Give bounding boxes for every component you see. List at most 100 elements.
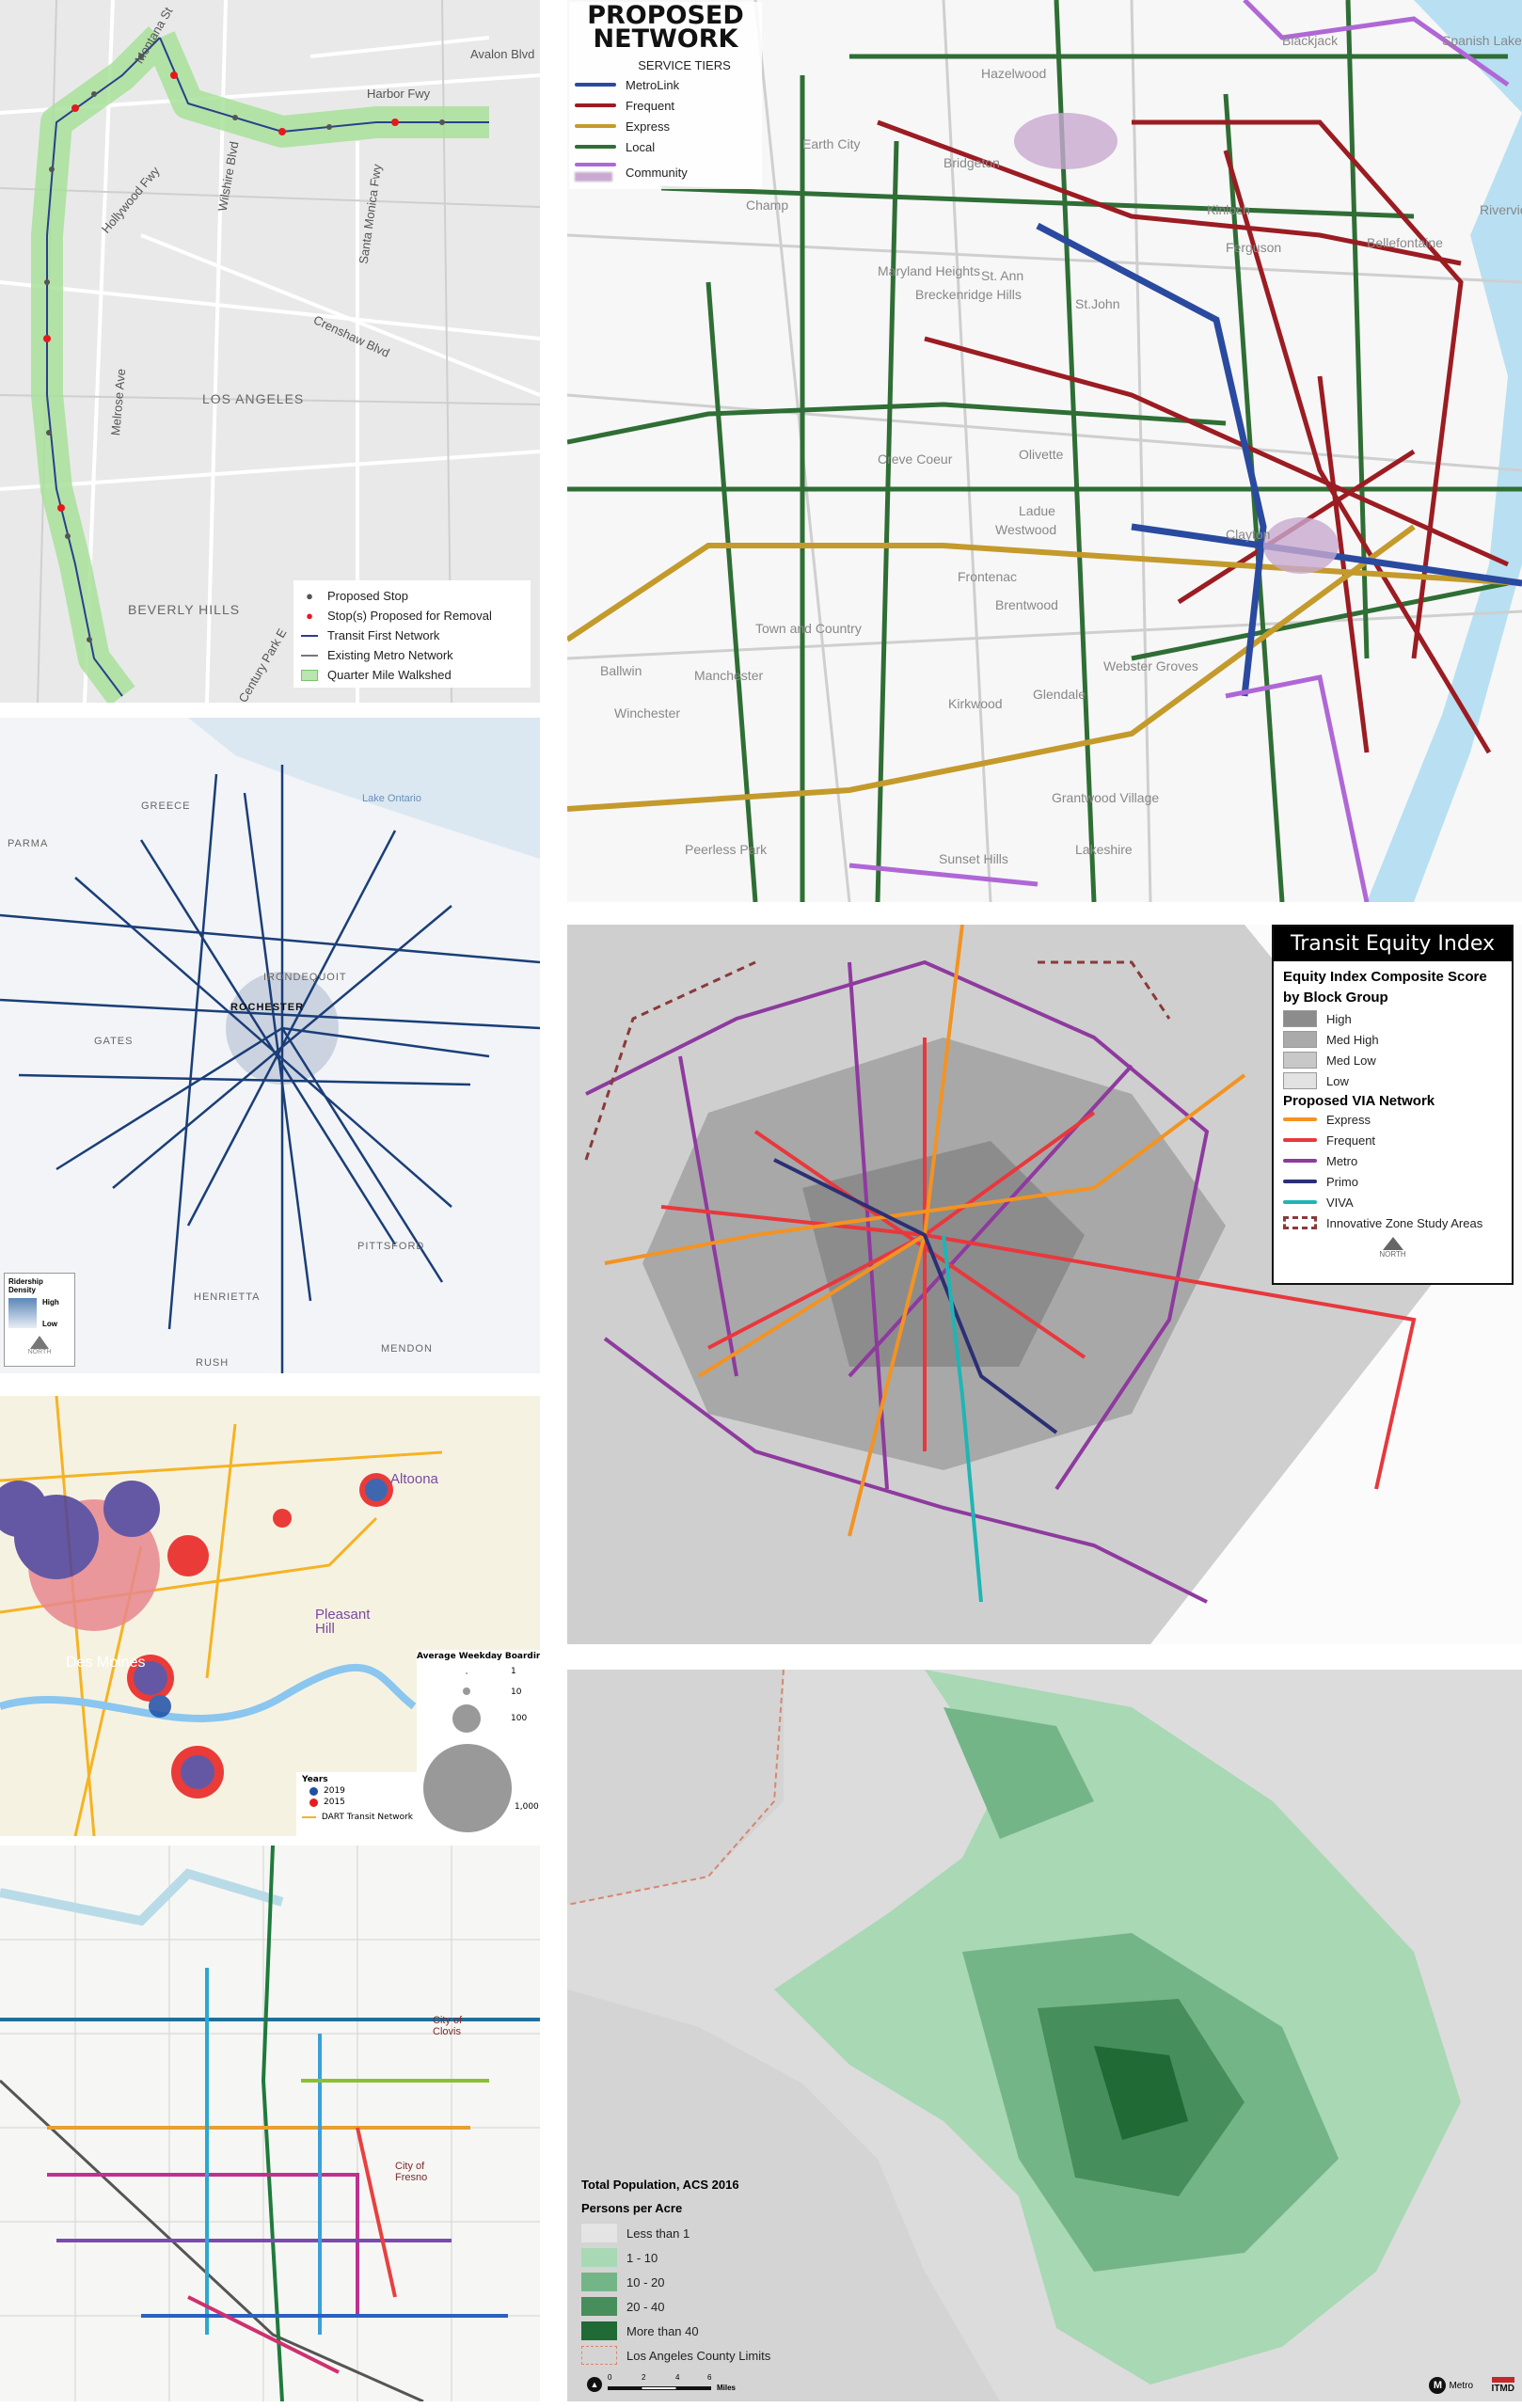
place-label: LOS ANGELES [202,391,305,406]
place-label: Harbor Fwy [367,87,431,101]
place-label: City of Fresno [395,2161,428,2183]
north-arrow-icon [30,1336,49,1349]
place-label: Westwood [995,522,1057,537]
place-label: Creve Coeur [878,452,953,467]
boardings-legend: Average Weekday Boardings 1 10 100 1,000 [417,1650,540,1836]
place-label: Brentwood [995,597,1058,612]
place-label: GREECE [141,800,191,812]
scale-bar: ▲ 0 2 4 6 Miles [587,2373,807,2392]
place-label: Manchester [694,668,764,683]
place-label: Glendale [1033,687,1086,702]
sanantonio-equity-map[interactable]: Transit Equity Index Equity Index Compos… [567,925,1522,1644]
legend-density-class: 1 - 10 [581,2245,807,2270]
legend-county-limits: Los Angeles County Limits [581,2343,807,2368]
place-label: PITTSFORD [357,1241,425,1252]
place-label: BEVERLY HILLS [128,602,241,617]
place-label: Maryland Heights [878,263,980,278]
place-label: Kirkwood [948,696,1003,711]
legend-network-line: VIVA [1283,1192,1502,1212]
metro-logo: M Metro [1429,2377,1473,2394]
legend-proposed-stop: ● Proposed Stop [301,586,523,606]
place-label: Riverview [1480,202,1522,217]
place-label: Olivette [1019,447,1064,462]
legend-innovative-zone: Innovative Zone Study Areas [1283,1212,1502,1233]
place-label: St. Ann [981,268,1024,283]
legend-frequent: Frequent [575,95,756,116]
legend-network-line: Metro [1283,1150,1502,1171]
stlouis-legend: PROPOSED NETWORK SERVICE TIERS MetroLink … [569,2,762,189]
place-label: Breckenridge Hills [915,287,1022,302]
place-label: Ladue [1019,503,1055,518]
lake-label: Lake Ontario [362,793,421,804]
legend-express: Express [575,116,756,136]
place-label: IRONDEQUOIT [263,972,347,983]
fresno-network-map[interactable]: City of Clovis City of Fresno [0,1846,540,2401]
score-classes: High Med High Med Low Low [1283,1008,1502,1091]
legend-walkshed: Quarter Mile Walkshed [301,665,523,685]
legend-metrolink: MetroLink [575,74,756,95]
population-legend: Total Population, ACS 2016 Persons per A… [581,2178,807,2392]
dot-icon: ● [306,589,313,603]
place-label: Ballwin [600,663,642,678]
place-label: Town and Country [755,621,862,636]
place-label: Spanish Lake [1442,33,1522,48]
la-stops-legend: ● Proposed Stop ● Stop(s) Proposed for Rem… [293,580,531,688]
place-label: Frontenac [958,569,1018,584]
legend-title: SERVICE TIERS [638,58,731,72]
place-label: Champ [746,198,789,213]
legend-community: Community [575,157,756,187]
place-label: Ferguson [1226,240,1282,255]
place-label: MENDON [381,1343,433,1354]
legend-score-class: Low [1283,1070,1502,1091]
place-label: Sunset Hills [939,851,1008,866]
legend-network-line: Frequent [1283,1130,1502,1150]
place-label: HENRIETTA [194,1291,261,1303]
ridership-legend: Ridership Density High Low NORTH [4,1273,75,1367]
place-label: City of Clovis [433,2015,463,2037]
place-label: St.John [1075,296,1120,311]
place-label: Avalon Blvd [470,47,535,61]
place-label: Blackjack [1282,33,1339,48]
legend-density-class: 20 - 40 [581,2294,807,2319]
place-label: PARMA [8,838,49,849]
legend-local: Local [575,136,756,157]
stlouis-network-map[interactable]: PROPOSED NETWORK SERVICE TIERS MetroLink … [567,0,1522,902]
density-gradient [8,1298,37,1328]
legend-density-class: Less than 1 [581,2221,807,2245]
legend-density-class: More than 40 [581,2319,807,2343]
place-label: Kinloch [1207,202,1250,217]
legend-network-line: Primo [1283,1171,1502,1192]
la-population-map[interactable]: Total Population, ACS 2016 Persons per A… [567,1670,1522,2401]
place-label: ROCHESTER [230,1002,305,1013]
legend-score-class: Med Low [1283,1050,1502,1070]
legend-score-class: High [1283,1008,1502,1029]
network-classes: Express Frequent Metro Primo VIVA [1283,1109,1502,1212]
place-label: GATES [94,1036,134,1047]
rochester-ridership-map[interactable]: GREECE PARMA IRONDEQUOIT ROCHESTER GATES… [0,718,540,1373]
place-label: Webster Groves [1103,658,1198,673]
place-label: RUSH [196,1357,230,1369]
place-label: Winchester [614,705,681,721]
place-label: Peerless Park [685,842,768,857]
box-swatch [301,669,318,681]
rochester-map-graphics [0,718,540,1373]
itmd-logo: ITMD [1491,2377,1514,2394]
line-swatch [301,634,318,637]
legend-score-class: Med High [1283,1029,1502,1050]
place-label: Clayton [1226,527,1271,542]
metro-logo-icon: M [1429,2377,1447,2394]
line-swatch [301,654,318,657]
place-label: Altoona [390,1471,438,1487]
place-label: Bellefontaine [1367,235,1443,250]
place-label: Pleasant Hill [315,1607,371,1637]
legend-density-class: 10 - 20 [581,2270,807,2294]
legend-existing-metro: Existing Metro Network [301,645,523,665]
north-arrow-icon [1382,1237,1403,1250]
place-label: Hazelwood [981,66,1047,81]
desmoines-boardings-map[interactable]: Altoona Pleasant Hill Des Moines Average… [0,1396,540,1836]
place-label: Grantwood Village [1052,790,1160,805]
legend-transit-first: Transit First Network [301,626,523,645]
place-label: Des Moines [66,1655,146,1671]
la-stops-map[interactable]: Montana St Harbor Fwy Avalon Blvd Hollyw… [0,0,540,703]
map-title: PROPOSED NETWORK [587,1,744,54]
